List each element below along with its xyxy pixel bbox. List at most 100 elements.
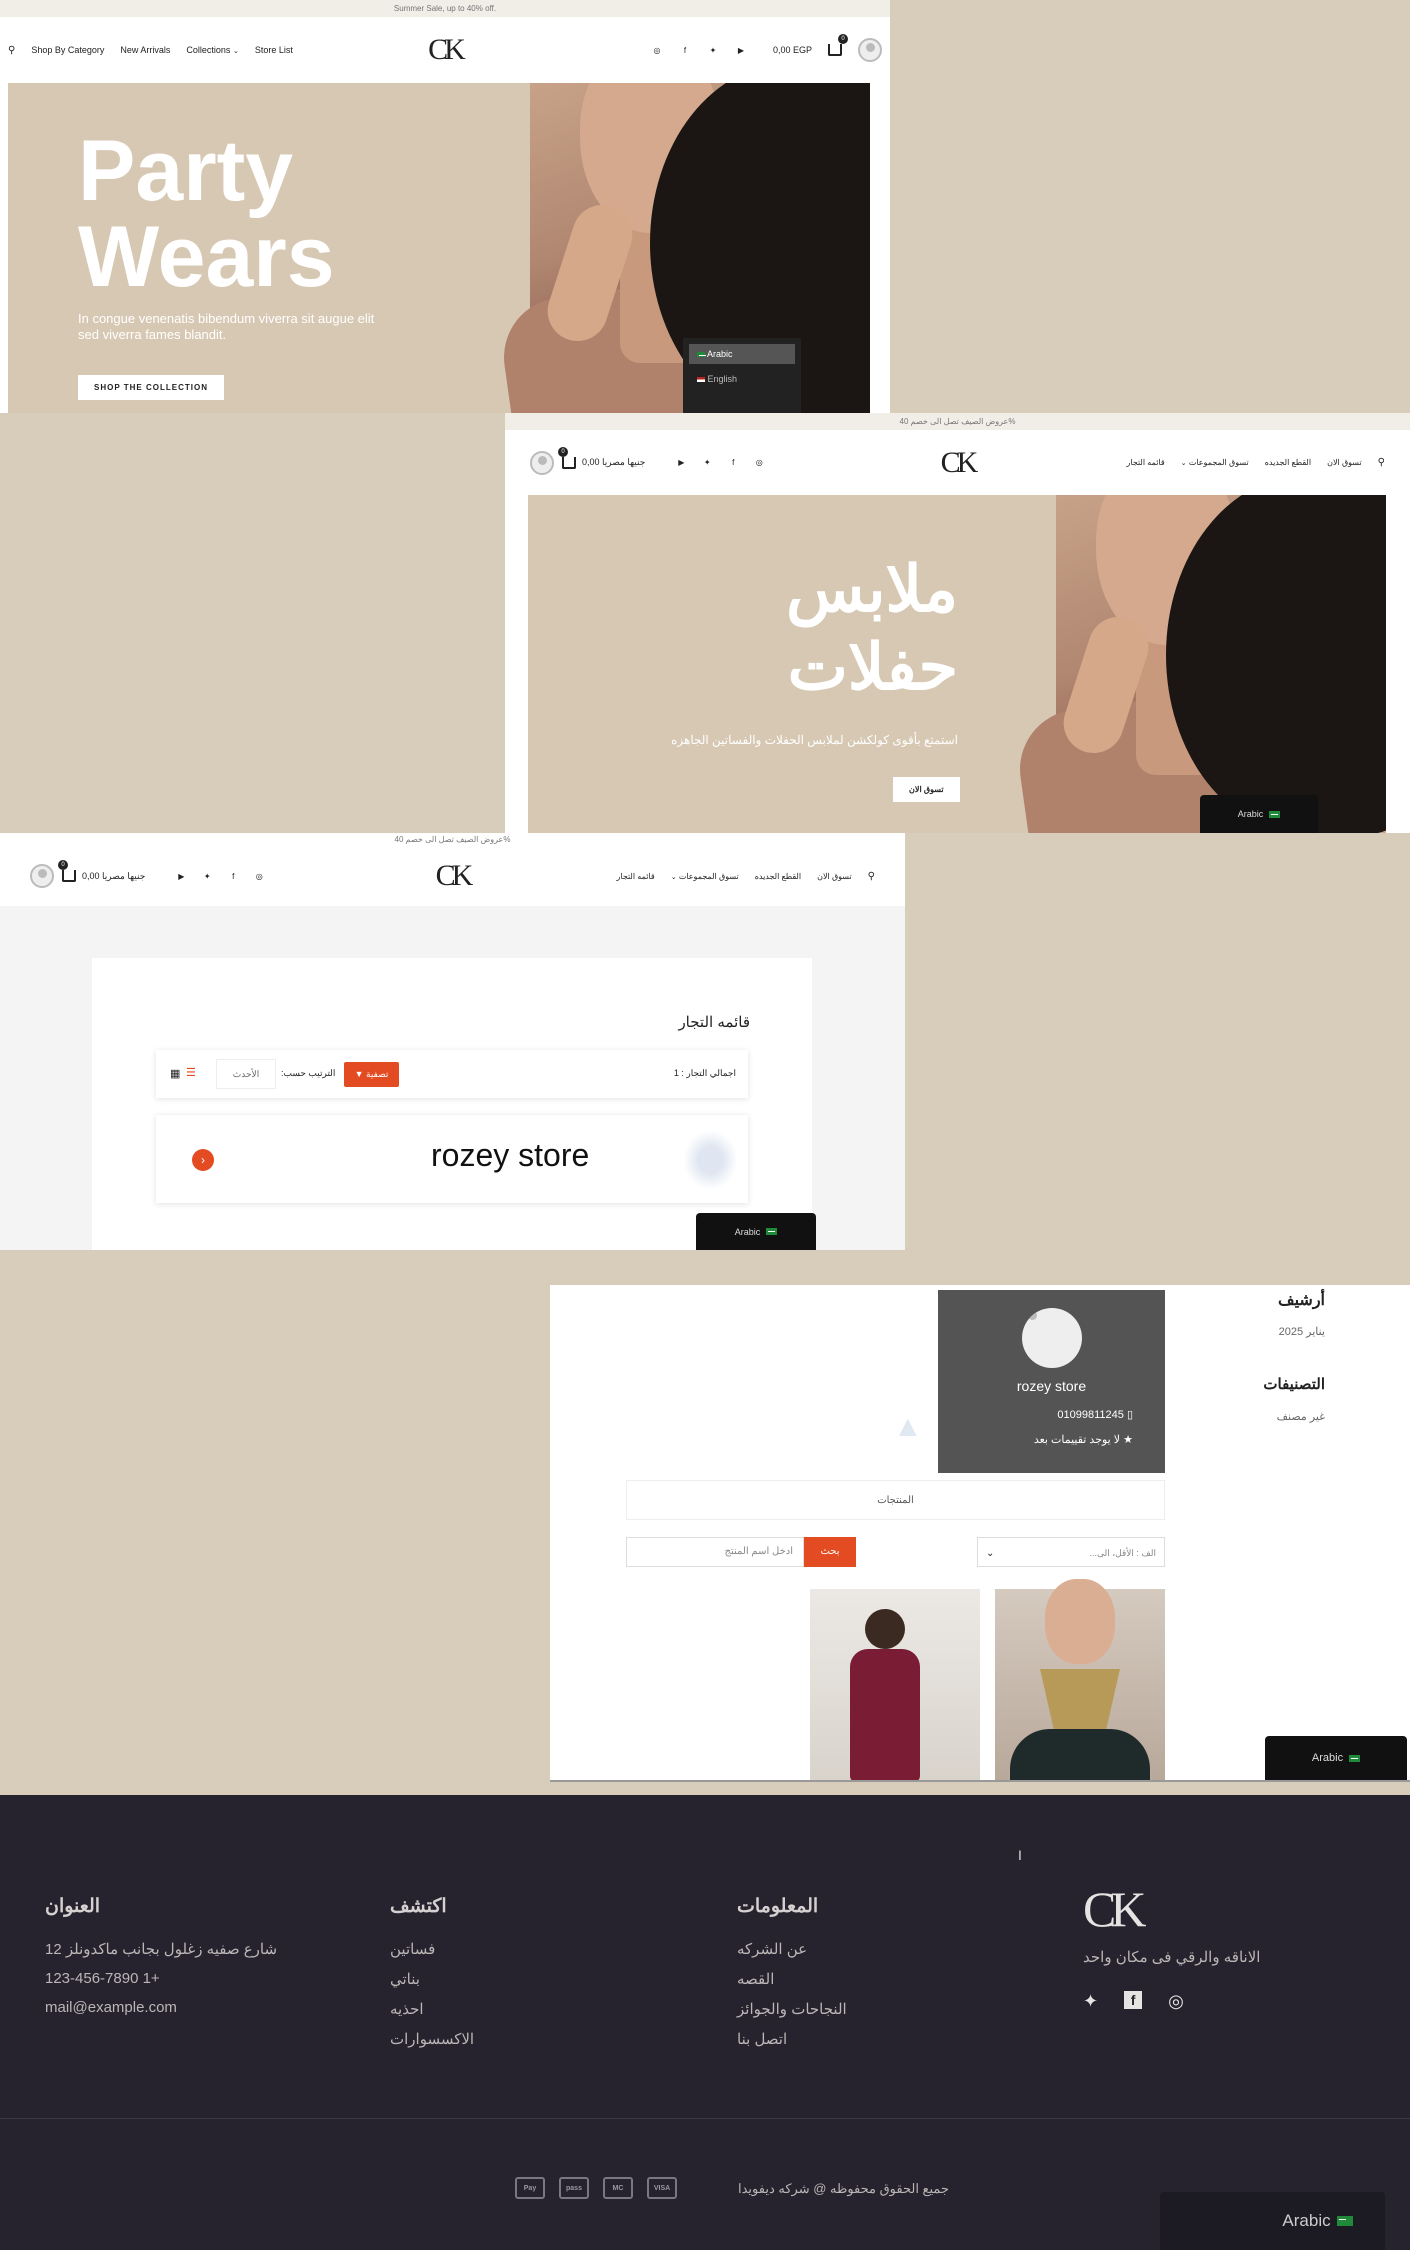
cart-icon[interactable]: 0	[828, 34, 848, 56]
hero-title: Party Wears	[78, 128, 335, 300]
screenshot-store-page: أرشيف يناير 2025 التصنيفات غير مصنف roze…	[550, 1285, 1410, 1782]
lang-option-english-label: English	[707, 374, 738, 384]
product-card-necklace[interactable]	[995, 1579, 1165, 1780]
footer-link-awards[interactable]: النجاحات والجوائز	[737, 2000, 847, 2018]
sort-label: الترتيب حسب:	[281, 1068, 336, 1078]
nav-store-list[interactable]: Store List	[255, 45, 293, 55]
store-name[interactable]: rozey store	[431, 1137, 589, 1174]
logo[interactable]: CK	[436, 859, 474, 893]
twitter-icon[interactable]: ✦	[201, 870, 213, 882]
account-avatar[interactable]	[858, 38, 882, 62]
instagram-icon[interactable]: ◎	[651, 44, 663, 56]
language-switcher[interactable]: Arabic	[696, 1213, 816, 1250]
list-view-icon[interactable]: ☰	[186, 1066, 196, 1079]
tab-products[interactable]: المنتجات	[626, 1480, 1165, 1520]
footer-link-story[interactable]: القصه	[737, 1970, 847, 1988]
twitter-icon[interactable]: ✦	[707, 44, 719, 56]
facebook-icon[interactable]: f	[727, 457, 739, 469]
cart-total[interactable]: 0,00 جنيها مصريا	[582, 457, 645, 468]
chevron-down-icon: ⌄	[670, 873, 677, 881]
language-label: Arabic	[734, 1226, 761, 1237]
mastercard-icon: MC	[603, 2177, 633, 2199]
product-search-placeholder: ادخل اسم المنتج	[724, 1546, 793, 1557]
twitter-icon[interactable]: ✦	[1083, 1991, 1098, 2012]
search-icon[interactable]: ⚲	[868, 871, 875, 882]
footer-email[interactable]: mail@example.com	[45, 1999, 277, 2016]
nav-new-arrivals[interactable]: New Arrivals	[120, 45, 170, 55]
logo[interactable]: CK	[941, 446, 979, 480]
arrow-right-icon[interactable]: ›	[192, 1149, 214, 1171]
footer-col-discover: اكتشف فساتين بناتي احذيه الاكسسوارات	[390, 1895, 474, 2060]
footer-link-accessories[interactable]: الاكسسوارات	[390, 2030, 474, 2048]
footer-address-title: العنوان	[45, 1896, 101, 1917]
sort-select[interactable]: الأحدث	[216, 1059, 276, 1089]
cart-total[interactable]: 0,00 EGP	[773, 45, 812, 55]
product-search-input[interactable]: ادخل اسم المنتج	[626, 1537, 804, 1567]
nav-new-arrivals[interactable]: القطع الجديده	[755, 872, 801, 881]
store-card[interactable]: › rozey store	[156, 1115, 748, 1203]
nav-collections[interactable]: Collections ⌄	[186, 45, 238, 55]
language-switcher[interactable]: Arabic	[1265, 1736, 1407, 1780]
cart-icon[interactable]: 0	[58, 860, 76, 882]
instagram-icon[interactable]: ◎	[1168, 1991, 1184, 2012]
cart-icon[interactable]: 0	[558, 446, 576, 469]
card-icon: pass	[559, 2177, 589, 2199]
footer-address: 12 شارع صفيه زغلول بجانب ماكدونلز	[45, 1941, 278, 1958]
product-card-dress[interactable]	[810, 1589, 980, 1780]
search-button[interactable]: بحث	[804, 1537, 856, 1567]
total-stores: اجمالي التجار : 1	[673, 1068, 736, 1078]
shop-collection-button[interactable]: SHOP THE COLLECTION	[78, 375, 224, 400]
nav-shop-by-category[interactable]: Shop By Category	[31, 45, 104, 55]
phone-icon: ▯	[1126, 1409, 1133, 1421]
nav-shop-now[interactable]: تسوق الان	[1327, 458, 1362, 467]
instagram-icon[interactable]: ◎	[753, 457, 765, 469]
grid-view-icon[interactable]: ▦	[170, 1067, 180, 1080]
filter-button[interactable]: ▼ تصفية	[344, 1062, 399, 1087]
language-label: Arabic	[1311, 1752, 1344, 1764]
account-avatar[interactable]	[30, 864, 54, 888]
payment-methods: Pay pass MC VISA	[515, 2177, 677, 2199]
hero-model-image	[1012, 495, 1386, 833]
footer-link-about[interactable]: عن الشركه	[737, 1940, 847, 1958]
footer-phone[interactable]: 123-456-7890 1+	[45, 1970, 277, 1987]
nav-store-list[interactable]: قائمه التجار	[1127, 458, 1165, 467]
facebook-icon[interactable]: f	[227, 870, 239, 882]
twitter-icon[interactable]: ✦	[701, 457, 713, 469]
search-icon[interactable]: ⚲	[1378, 457, 1385, 468]
search-icon[interactable]: ⚲	[8, 45, 15, 56]
sort-select[interactable]: ⌄ الف : الأقل، الى...	[977, 1537, 1165, 1567]
nav-collections[interactable]: تسوق المجموعات ⌄	[1181, 458, 1249, 467]
header: 0 0,00 جنيها مصريا ▶ ✦ f ◎ CK ⚲ تسوق الا…	[505, 430, 1410, 495]
language-switcher[interactable]: Arabic	[1160, 2192, 1385, 2250]
youtube-icon[interactable]: ▶	[175, 870, 187, 882]
nav-shop-now[interactable]: تسوق الان	[817, 872, 852, 881]
footer-link-dresses[interactable]: فساتين	[390, 1940, 474, 1958]
footer-logo[interactable]: CK	[1083, 1880, 1260, 1938]
shop-now-button[interactable]: تسوق الان	[893, 777, 960, 802]
language-switcher[interactable]: Arabic	[1200, 795, 1318, 833]
lang-option-arabic[interactable]: Arabic	[689, 344, 795, 364]
store-phone-text: 01099811245	[1057, 1409, 1124, 1421]
archive-item[interactable]: يناير 2025	[1279, 1325, 1325, 1338]
store-phone: 01099811245 ▯	[1057, 1408, 1133, 1421]
categories-item[interactable]: غير مصنف	[1277, 1410, 1325, 1423]
nav-new-arrivals[interactable]: القطع الجديده	[1265, 458, 1311, 467]
account-avatar[interactable]	[530, 450, 554, 475]
logo[interactable]: CK	[428, 33, 466, 67]
store-list-toolbar: ▦ ☰ الأحدث الترتيب حسب: ▼ تصفية اجمالي ا…	[156, 1050, 748, 1098]
cart-total[interactable]: 0,00 جنيها مصريا	[82, 871, 145, 882]
youtube-icon[interactable]: ▶	[675, 457, 687, 469]
store-name: rozey store	[1016, 1378, 1087, 1394]
footer: العنوان 12 شارع صفيه زغلول بجانب ماكدونل…	[0, 1795, 1410, 2250]
facebook-icon[interactable]: f	[679, 44, 691, 56]
nav-collections[interactable]: تسوق المجموعات ⌄	[671, 872, 739, 881]
facebook-icon[interactable]: f	[1124, 1991, 1143, 2009]
nav-store-list[interactable]: قائمه التجار	[617, 872, 655, 881]
hero-title-line-1: ملابس	[786, 553, 958, 625]
instagram-icon[interactable]: ◎	[253, 870, 265, 882]
footer-link-contact[interactable]: اتصل بنا	[737, 2030, 847, 2048]
lang-option-english[interactable]: English	[689, 372, 795, 386]
youtube-icon[interactable]: ▶	[735, 44, 747, 56]
footer-link-girls[interactable]: بناتي	[390, 1970, 474, 1988]
footer-link-shoes[interactable]: احذيه	[390, 2000, 474, 2018]
